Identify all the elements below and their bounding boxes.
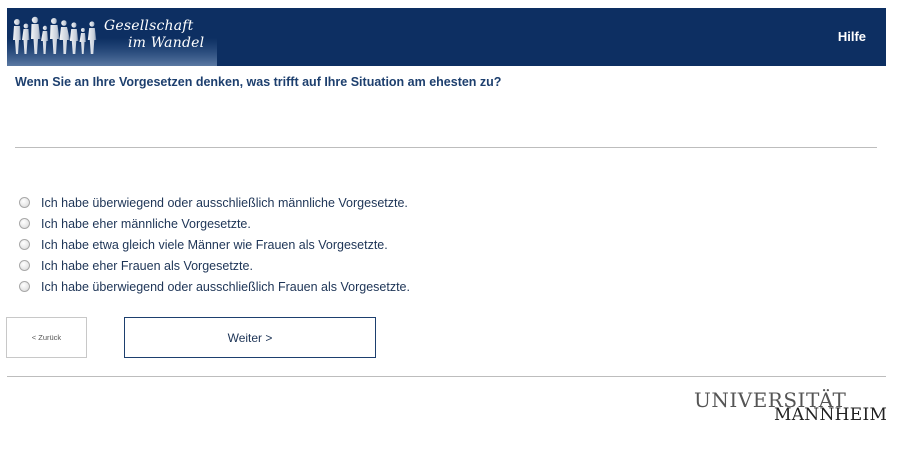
radio-button[interactable] bbox=[19, 197, 30, 208]
radio-button[interactable] bbox=[19, 281, 30, 292]
answer-option-label: Ich habe eher Frauen als Vorgesetzte. bbox=[41, 258, 253, 273]
answer-option-label: Ich habe überwiegend oder ausschließlich… bbox=[41, 279, 410, 294]
answer-option-label: Ich habe etwa gleich viele Männer wie Fr… bbox=[41, 237, 388, 252]
header-bar: Gesellschaft im Wandel Hilfe bbox=[7, 8, 886, 66]
footer-divider bbox=[7, 376, 886, 377]
back-button[interactable]: < Zurück bbox=[6, 317, 87, 358]
radio-button[interactable] bbox=[19, 218, 30, 229]
radio-button[interactable] bbox=[19, 260, 30, 271]
answer-option-label: Ich habe überwiegend oder ausschließlich… bbox=[41, 195, 408, 210]
university-logo-line2: MANNHEIM bbox=[774, 405, 888, 425]
next-button[interactable]: Weiter > bbox=[124, 317, 376, 358]
answer-option[interactable]: Ich habe überwiegend oder ausschließlich… bbox=[19, 192, 410, 213]
radio-button[interactable] bbox=[19, 239, 30, 250]
answer-option[interactable]: Ich habe etwa gleich viele Männer wie Fr… bbox=[19, 234, 410, 255]
answer-option[interactable]: Ich habe eher männliche Vorgesetzte. bbox=[19, 213, 410, 234]
survey-page: Gesellschaft im Wandel Hilfe Wenn Sie an… bbox=[0, 0, 898, 460]
help-link[interactable]: Hilfe bbox=[838, 29, 866, 44]
answer-option[interactable]: Ich habe eher Frauen als Vorgesetzte. bbox=[19, 255, 410, 276]
answer-options: Ich habe überwiegend oder ausschließlich… bbox=[19, 192, 410, 297]
divider bbox=[15, 147, 877, 148]
university-logo: UNIVERSITÄT MANNHEIM bbox=[694, 389, 887, 425]
answer-option-label: Ich habe eher männliche Vorgesetzte. bbox=[41, 216, 251, 231]
logo-line1: Gesellschaft bbox=[104, 18, 194, 34]
logo-line2: im Wandel bbox=[128, 35, 205, 51]
answer-option[interactable]: Ich habe überwiegend oder ausschließlich… bbox=[19, 276, 410, 297]
logo-text: Gesellschaft im Wandel bbox=[104, 18, 204, 52]
question-text: Wenn Sie an Ihre Vorgesetzen denken, was… bbox=[15, 75, 502, 89]
